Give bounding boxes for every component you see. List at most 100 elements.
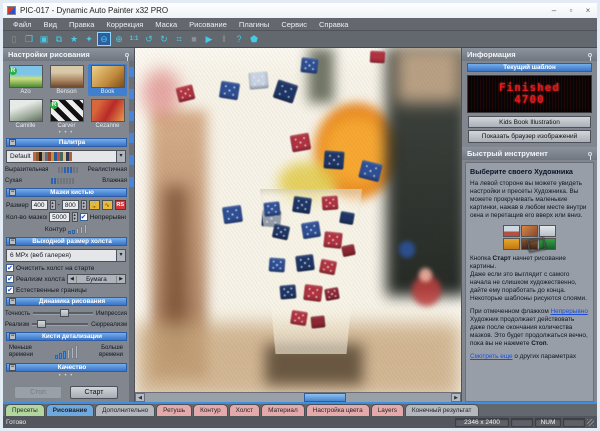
level-indicator[interactable]: [49, 167, 86, 173]
clear-canvas-checkbox[interactable]: ✔: [6, 264, 14, 272]
size-from-stepper[interactable]: ▲▼: [50, 200, 56, 210]
continuous-link[interactable]: Непрерывно: [551, 308, 588, 315]
quality-section-header[interactable]: − Качество: [6, 363, 127, 372]
zoom-out-icon[interactable]: ⊖: [97, 32, 111, 46]
collapse-icon[interactable]: −: [9, 364, 16, 371]
panel-scrollbar[interactable]: [129, 61, 134, 402]
menu-item-correction[interactable]: Коррекция: [100, 20, 149, 29]
output-size-section-header[interactable]: − Выходной размер холста: [6, 237, 127, 246]
tab-contour[interactable]: Контур: [193, 404, 227, 416]
size-to-field[interactable]: 800: [62, 200, 79, 210]
zoom-in-icon[interactable]: ⊕: [112, 32, 126, 46]
save-icon[interactable]: ▣: [37, 32, 51, 46]
new-file-icon[interactable]: ▯: [7, 32, 21, 46]
pin-icon[interactable]: [125, 53, 129, 57]
preset-benson[interactable]: Benson: [47, 64, 86, 96]
resize-grip[interactable]: [587, 419, 594, 426]
slider-track[interactable]: [32, 323, 88, 326]
tab-final-result[interactable]: Конечный результат: [405, 404, 479, 416]
chevron-down-icon[interactable]: ▾: [116, 151, 125, 162]
preset-scroll-handle[interactable]: • • •: [3, 131, 129, 136]
see-more-link[interactable]: Смотреть еще: [470, 353, 513, 360]
realism-surrealism-slider[interactable]: Реализм Сюрреализм: [3, 319, 129, 330]
collapse-icon[interactable]: −: [9, 298, 16, 305]
stroke-count-stepper[interactable]: ▲▼: [72, 212, 78, 222]
settings-panel-header[interactable]: Настройки рисования: [3, 48, 134, 61]
tab-additional[interactable]: Дополнительно: [95, 404, 155, 416]
template-name-button[interactable]: Kids Book Illustration: [468, 116, 591, 128]
natural-edges-checkbox[interactable]: ✔: [6, 286, 14, 294]
preset-cezanne[interactable]: Cezanne: [88, 98, 127, 130]
tab-presets[interactable]: Пресеты: [5, 404, 45, 416]
collapse-icon[interactable]: −: [9, 139, 16, 146]
continuous-checkbox[interactable]: ✔: [80, 213, 88, 221]
menu-item-view[interactable]: Вид: [37, 20, 63, 29]
scroll-track[interactable]: [145, 393, 451, 402]
menu-item-help[interactable]: Справка: [313, 20, 354, 29]
menu-item-edit[interactable]: Правка: [63, 20, 100, 29]
slider-thumb[interactable]: [60, 309, 69, 317]
play-icon[interactable]: ▶: [202, 32, 216, 46]
tab-canvas[interactable]: Холст: [229, 404, 260, 416]
rotate-left-icon[interactable]: ↺: [142, 32, 156, 46]
size-to-stepper[interactable]: ▲▼: [81, 200, 87, 210]
tab-material[interactable]: Материал: [261, 404, 305, 416]
scroll-thumb[interactable]: [304, 393, 346, 402]
preset-azo[interactable]: R Azo: [6, 64, 45, 96]
expressive-realistic-slider[interactable]: Выразительная Реалистичная: [3, 164, 129, 175]
preset-carver[interactable]: R Carver: [47, 98, 86, 130]
title-bar[interactable]: PIC-017 - Dynamic Auto Painter x32 PRO –…: [3, 3, 597, 18]
level-indicator[interactable]: [23, 178, 101, 184]
rotate-right-icon[interactable]: ↻: [157, 32, 171, 46]
collapse-icon[interactable]: −: [9, 238, 16, 245]
contour-level-control[interactable]: [68, 224, 87, 234]
scroll-right-icon[interactable]: ▶: [451, 393, 461, 402]
canvas-horizontal-scrollbar[interactable]: ◀ ▶: [135, 392, 461, 402]
favorites-star-icon[interactable]: ★: [67, 32, 81, 46]
slider-track[interactable]: [33, 312, 93, 315]
size-from-field[interactable]: 400: [31, 200, 48, 210]
menu-item-plugins[interactable]: Плагины: [233, 20, 275, 29]
tab-retouch[interactable]: Ретушь: [156, 404, 192, 416]
info-panel-header[interactable]: Информация: [462, 48, 597, 61]
arrow-right-icon[interactable]: ▶: [117, 276, 125, 282]
precision-impression-slider[interactable]: Точность Импрессия: [3, 308, 129, 319]
start-button[interactable]: Старт: [70, 386, 118, 399]
palette-section-header[interactable]: − Палитра: [6, 138, 127, 147]
crop-icon[interactable]: ⌗: [172, 32, 186, 46]
dynamics-section-header[interactable]: − Динамика рисования: [6, 297, 127, 306]
pause-icon[interactable]: ‖: [217, 32, 231, 46]
canvas-realism-checkbox[interactable]: ✔: [6, 275, 14, 283]
quick-tool-header[interactable]: Быстрый инструмент: [462, 147, 597, 160]
stop-button[interactable]: Стоп: [14, 386, 62, 399]
tab-painting[interactable]: Рисование: [46, 404, 94, 416]
collapse-icon[interactable]: −: [9, 189, 16, 196]
menu-item-painting[interactable]: Рисование: [183, 20, 233, 29]
canvas-painting[interactable]: [135, 48, 461, 392]
show-image-browser-button[interactable]: Показать браузер изображений: [468, 130, 591, 143]
stroke-count-field[interactable]: 5000: [49, 212, 69, 222]
arrow-left-icon[interactable]: ◀: [68, 276, 76, 282]
mini-preset-grid[interactable]: [470, 225, 589, 250]
actual-size-icon[interactable]: 1:1: [127, 32, 141, 46]
help-icon[interactable]: ?: [232, 32, 246, 46]
menu-item-service[interactable]: Сервис: [275, 20, 313, 29]
preset-book-selected[interactable]: Book: [88, 64, 127, 96]
preset-camille[interactable]: Camille: [6, 98, 45, 130]
tab-layers[interactable]: Layers: [371, 404, 404, 416]
detail-level-control[interactable]: [55, 345, 78, 359]
rs-badge[interactable]: RS: [115, 200, 126, 210]
canvas-type-spinner[interactable]: ◀ Бумага ▶: [67, 274, 126, 284]
palette-dropdown[interactable]: Default ▾: [6, 150, 126, 163]
collapse-icon[interactable]: −: [9, 333, 16, 340]
palette-icon[interactable]: ⬟: [247, 32, 261, 46]
pin-icon[interactable]: [588, 152, 592, 156]
section-scroll-handle[interactable]: • • •: [3, 374, 129, 379]
chevron-down-icon[interactable]: ▾: [116, 250, 125, 261]
maximize-button[interactable]: ▫: [566, 6, 576, 15]
menu-item-mask[interactable]: Маска: [149, 20, 183, 29]
stop-icon[interactable]: ■: [187, 32, 201, 46]
open-folder-icon[interactable]: ❐: [22, 32, 36, 46]
menu-item-file[interactable]: Файл: [7, 20, 37, 29]
export-image-icon[interactable]: ⧉: [52, 32, 66, 46]
